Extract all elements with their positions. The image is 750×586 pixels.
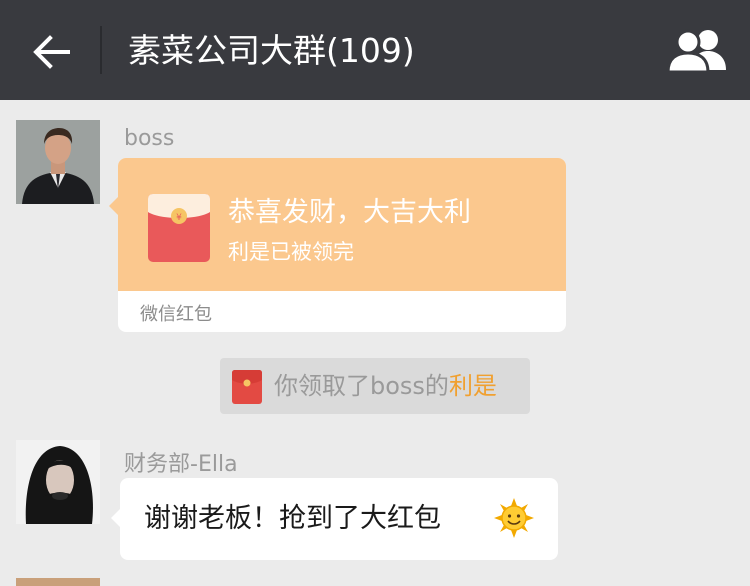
header-divider (100, 26, 102, 74)
chat-header: 素菜公司大群(109) (0, 0, 750, 100)
red-packet-greeting: 恭喜发财，大吉大利 (228, 197, 471, 228)
red-packet-card[interactable]: ¥ 恭喜发财，大吉大利 利是已被领完 微信红包 (109, 158, 566, 332)
woman-dark-hair-avatar (16, 440, 100, 524)
arrow-left-icon (33, 35, 70, 69)
boss-avatar[interactable] (16, 120, 100, 204)
notice-text: 你领取了boss的利是 (274, 358, 497, 414)
system-notice: 你领取了boss的利是 (220, 358, 530, 414)
group-members-button[interactable] (666, 28, 730, 74)
message-text: 谢谢老板！抢到了大红包 (144, 503, 441, 534)
red-packet-source: 微信红包 (140, 304, 212, 325)
bubble-tail (109, 196, 119, 216)
red-packet-icon: ¥ (148, 194, 210, 262)
man-in-suit-avatar (16, 120, 100, 204)
notice-text-prefix: 你领取了boss的 (274, 372, 449, 400)
red-packet-icon (232, 370, 262, 404)
chat-title: 素菜公司大群(109) (128, 31, 415, 70)
back-button[interactable] (28, 28, 76, 76)
sender-name: boss (124, 126, 175, 151)
sender-name: 财务部-Ella (124, 452, 238, 477)
sun-smile-emoji (494, 498, 534, 538)
group-members-icon (666, 29, 726, 74)
message-bubble[interactable]: 谢谢老板！抢到了大红包 (111, 478, 558, 560)
red-packet-status: 利是已被领完 (228, 240, 354, 264)
red-packet-link[interactable]: 利是 (449, 372, 497, 400)
next-avatar[interactable] (16, 578, 100, 586)
ella-avatar[interactable] (16, 440, 100, 524)
svg-text:¥: ¥ (176, 213, 182, 223)
bubble-tail (111, 508, 121, 528)
red-packet-body: ¥ 恭喜发财，大吉大利 利是已被领完 (109, 158, 566, 291)
